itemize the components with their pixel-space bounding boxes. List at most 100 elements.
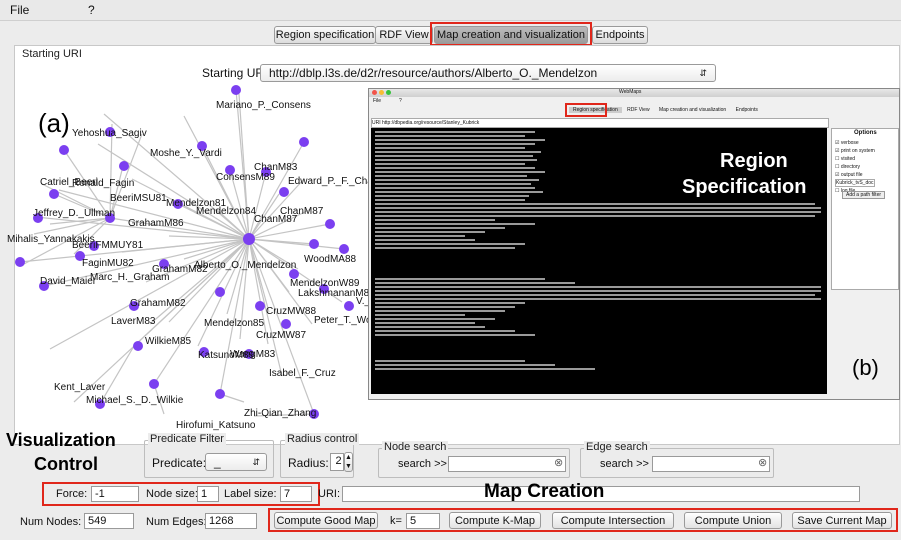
starting-uri-legend: Starting URI: [20, 48, 84, 60]
inset-titlebar: WebMaps: [369, 89, 899, 97]
chevron-updown-icon: ⇵: [252, 457, 260, 467]
predicate-value: _: [214, 455, 221, 469]
graph-node: [119, 161, 129, 171]
predicate-filter-legend: Predicate Filter: [148, 433, 226, 445]
radius-control-legend: Radius control: [285, 433, 360, 445]
graph-node: [279, 187, 289, 197]
graph-node: [339, 244, 349, 254]
graph-node-label: Edward_P._F._Chan: [288, 176, 379, 187]
maximize-icon: [386, 90, 391, 95]
graph-node-label: Mendelzon84: [196, 206, 257, 217]
node-search-label: search >>: [398, 458, 447, 470]
graph-node-label: Mariano_P._Consens: [216, 100, 311, 111]
graph-node-label: ChanM87: [280, 206, 324, 217]
inset-tab-highlight: [565, 103, 607, 117]
graph-node-label: BeeriFMMUY81: [72, 240, 144, 251]
inset-options-title: Options: [854, 130, 877, 136]
graph-node: [344, 301, 354, 311]
graph-node: [231, 85, 241, 95]
compute-intersection-button[interactable]: Compute Intersection: [552, 512, 674, 529]
menu-help[interactable]: ?: [88, 3, 95, 17]
graph-node-label: Jeffrey_D._Ullman: [33, 208, 116, 219]
graph-node-label: GrahamM82: [130, 298, 186, 309]
num-nodes-label: Num Nodes:: [20, 516, 82, 528]
tab-highlight: [430, 22, 592, 46]
tab-endpoints[interactable]: Endpoints: [592, 26, 648, 44]
node-size-input[interactable]: 1: [197, 486, 219, 502]
tab-region-specification[interactable]: Region specification: [274, 26, 376, 44]
force-label: Force:: [56, 488, 88, 500]
graph-node-label: Michael_S._D._Wilkie: [86, 395, 184, 406]
graph-node-label: Marc_H._Graham: [90, 272, 170, 283]
predicate-select[interactable]: _ ⇵: [205, 453, 267, 471]
annotation-b: (b): [852, 355, 879, 380]
graph-node: [309, 239, 319, 249]
clear-icon[interactable]: ⊗: [758, 456, 767, 469]
radius-stepper[interactable]: ▲ ▼: [344, 452, 353, 472]
graph-node-label: David_Maier: [40, 276, 97, 287]
graph-node: [59, 145, 69, 155]
graph-node-label: WangM83: [230, 349, 276, 360]
graph-node: [149, 379, 159, 389]
inset-option: ☐ directory: [835, 164, 861, 170]
num-edges-label: Num Edges:: [146, 516, 207, 528]
inset-menu-help: ?: [399, 98, 402, 104]
graph-node: [215, 389, 225, 399]
node-search-legend: Node search: [382, 441, 449, 453]
edge-search-legend: Edge search: [584, 441, 650, 453]
menu-file[interactable]: File: [10, 3, 29, 17]
graph-node: [15, 257, 25, 267]
edge-search-input[interactable]: [652, 456, 770, 472]
graph-node-label: Zhi-Qian_Zhang: [244, 408, 317, 419]
inset-options-list: ☑ verbose ☑ print on system ☐ visited ☐ …: [835, 139, 898, 195]
label-size-label: Label size:: [224, 488, 277, 500]
graph-node-label: ConsensM89: [216, 172, 275, 183]
clear-icon[interactable]: ⊗: [554, 456, 563, 469]
graph-node-label: BeeriMSU81: [110, 193, 167, 204]
annotation-control: Control: [34, 454, 98, 474]
save-current-map-button[interactable]: Save Current Map: [792, 512, 892, 529]
close-icon: [372, 90, 377, 95]
k-label: k=: [390, 515, 402, 527]
num-nodes-value: 549: [84, 513, 134, 529]
uri-label: URI:: [318, 488, 340, 500]
starting-uri-select[interactable]: http://dblp.l3s.de/d2r/resource/authors/…: [260, 64, 716, 82]
annotation-specification: Specification: [682, 176, 807, 198]
graph-node-label: Hirofumi_Katsuno: [176, 420, 256, 431]
graph-node-label: Mendelzon85: [204, 318, 265, 329]
annotation-a: (a): [38, 108, 70, 138]
graph-node-label: Alberto_O._Mendelzon: [194, 260, 297, 271]
graph-node-label: WilkieM85: [145, 336, 192, 347]
inset-window: WebMaps File ? Region specification RDF …: [368, 88, 900, 400]
annotation-visualization: Visualization: [6, 430, 116, 450]
compute-k-map-button[interactable]: Compute K-Map: [449, 512, 541, 529]
compute-good-map-button[interactable]: Compute Good Map: [274, 512, 378, 529]
inset-options-panel: Options ☑ verbose ☑ print on system ☐ vi…: [831, 128, 899, 290]
graph-node-label: LaverM83: [111, 316, 156, 327]
node-size-label: Node size:: [146, 488, 198, 500]
inset-option: ☑ output file Kubrick_tvS_doc: [835, 172, 875, 187]
k-input[interactable]: 5: [406, 513, 440, 529]
annotation-region: Region: [720, 150, 788, 172]
compute-union-button[interactable]: Compute Union: [684, 512, 782, 529]
inset-uri-bar: URI http://dbpedia.org/resource/Stanley_…: [371, 118, 829, 128]
graph-node: [325, 219, 335, 229]
graph-node: [299, 137, 309, 147]
radius-input[interactable]: 2: [330, 453, 344, 471]
inset-option: ☑ verbose: [835, 140, 859, 146]
graph-node: [215, 287, 225, 297]
graph-node: [281, 319, 291, 329]
graph-node: [133, 341, 143, 351]
radius-label: Radius:: [288, 456, 329, 470]
annotation-map-creation: Map Creation: [484, 481, 605, 502]
graph-node-label: GrahamM86: [128, 218, 184, 229]
inset-title: WebMaps: [619, 89, 642, 95]
inset-tab: RDF View: [627, 107, 650, 113]
node-search-input[interactable]: [448, 456, 566, 472]
tab-rdf-view[interactable]: RDF View: [375, 26, 433, 44]
graph-node-label: Moshe_Y._Vardi: [150, 148, 222, 159]
graph-node-label: Kent_Laver: [54, 382, 106, 393]
label-size-input[interactable]: 7: [280, 486, 312, 502]
force-input[interactable]: -1: [91, 486, 139, 502]
inset-tab: Map creation and visualization: [658, 107, 727, 113]
